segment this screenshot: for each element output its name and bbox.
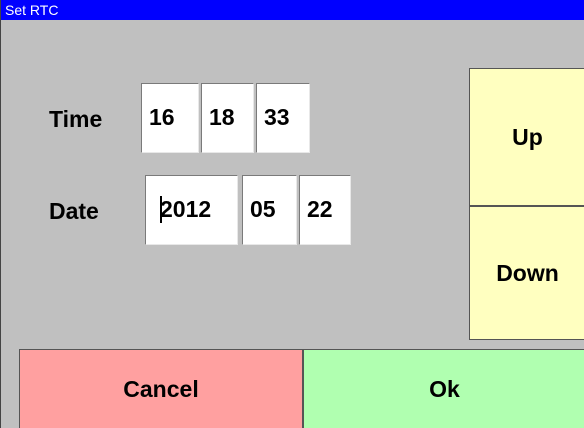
year-field[interactable]: 2012 <box>145 175 238 245</box>
down-button[interactable]: Down <box>469 206 584 340</box>
window-title: Set RTC <box>1 0 584 20</box>
month-field[interactable]: 05 <box>242 175 297 245</box>
day-field[interactable]: 22 <box>299 175 351 245</box>
ok-button[interactable]: Ok <box>303 349 584 428</box>
up-button[interactable]: Up <box>469 68 584 206</box>
date-label: Date <box>49 198 99 224</box>
time-label: Time <box>49 106 103 132</box>
set-rtc-dialog: Set RTC Time 16 18 33 Date 2012 05 22 Up… <box>0 0 584 428</box>
day-value: 22 <box>307 196 333 222</box>
year-value: 2012 <box>160 196 212 222</box>
minute-field[interactable]: 18 <box>201 83 254 153</box>
minute-value: 18 <box>209 104 235 130</box>
hour-field[interactable]: 16 <box>141 83 199 153</box>
month-value: 05 <box>250 196 276 222</box>
second-field[interactable]: 33 <box>256 83 310 153</box>
hour-value: 16 <box>149 104 175 130</box>
cancel-button[interactable]: Cancel <box>19 349 303 428</box>
second-value: 33 <box>264 104 290 130</box>
